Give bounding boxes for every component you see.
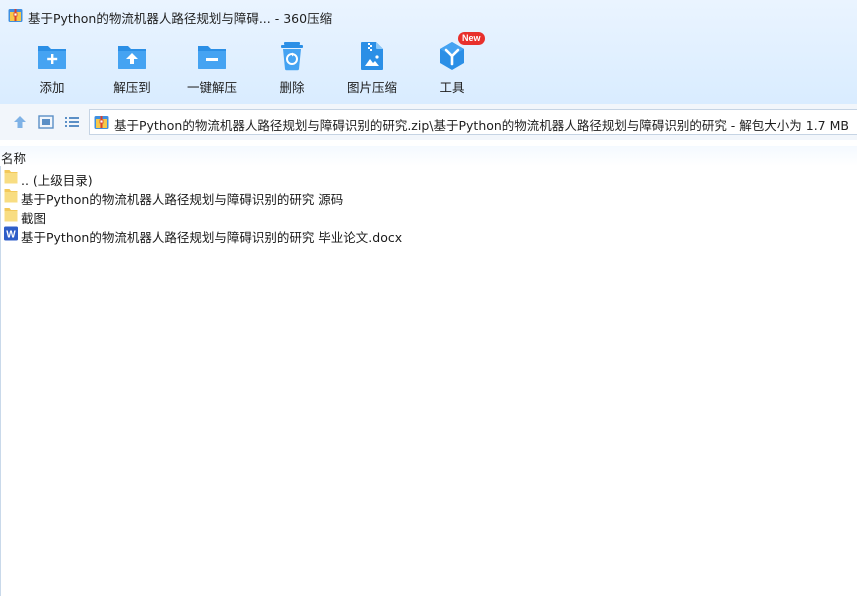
list-item-parent-directory[interactable]: .. (上级目录) [0,168,600,188]
tools-label: 工具 [439,80,465,95]
column-header-name[interactable]: 名称 [0,146,857,166]
address-bar[interactable]: 基于Python的物流机器人路径规划与障碍识别的研究.zip\基于Python的… [89,109,857,135]
word-document-icon: W [4,226,18,241]
thumbnail-view-icon[interactable] [37,113,55,131]
tools-button[interactable]: New 工具 [416,32,488,98]
image-compress-button[interactable]: 图片压缩 [336,36,408,98]
archive-icon [94,116,109,129]
folder-icon [4,189,18,203]
extract-to-label: 解压到 [113,80,151,95]
column-name-label: 名称 [1,151,27,166]
extract-to-button[interactable]: 解压到 [96,36,168,98]
add-folder-icon [38,46,66,69]
list-item-source-folder[interactable]: 基于Python的物流机器人路径规划与障碍识别的研究 源码 [0,187,600,207]
window-title: 基于Python的物流机器人路径规划与障碍... - 360压缩 [28,11,333,26]
recycle-bin-icon [281,42,303,71]
svg-text:W: W [6,230,16,241]
file-name: 基于Python的物流机器人路径规划与障碍识别的研究 毕业论文.docx [21,230,403,245]
up-arrow-icon[interactable] [11,113,29,131]
folder-icon [4,208,18,222]
app-window: 基于Python的物流机器人路径规划与障碍... - 360压缩 添加 解压到 … [0,0,857,596]
toolbar: 添加 解压到 一键解压 删除 图片压缩 New 工具 [0,32,857,100]
title-bar: 基于Python的物流机器人路径规划与障碍... - 360压缩 [0,0,857,32]
delete-label: 删除 [279,80,305,95]
image-compress-label: 图片压缩 [346,80,397,95]
folder-icon [4,170,18,184]
one-click-extract-button[interactable]: 一键解压 [176,36,248,98]
one-click-extract-icon [198,46,226,69]
address-path: 基于Python的物流机器人路径规划与障碍识别的研究.zip\基于Python的… [114,118,849,133]
list-view-icon[interactable] [63,113,81,131]
add-label: 添加 [39,80,65,95]
delete-button[interactable]: 删除 [256,36,328,98]
extract-to-icon [118,46,146,69]
image-compress-icon [361,42,383,70]
list-item-thesis-docx[interactable]: W 基于Python的物流机器人路径规划与障碍识别的研究 毕业论文.docx [0,225,600,245]
header: 基于Python的物流机器人路径规划与障碍... - 360压缩 添加 解压到 … [0,0,857,104]
list-item-screenshots-folder[interactable]: 截图 [0,206,600,226]
one-click-extract-label: 一键解压 [186,80,237,95]
archive-icon [8,9,23,22]
add-button[interactable]: 添加 [16,36,88,98]
navigation-bar: 基于Python的物流机器人路径规划与障碍识别的研究.zip\基于Python的… [0,104,857,140]
new-badge: New [458,32,485,45]
